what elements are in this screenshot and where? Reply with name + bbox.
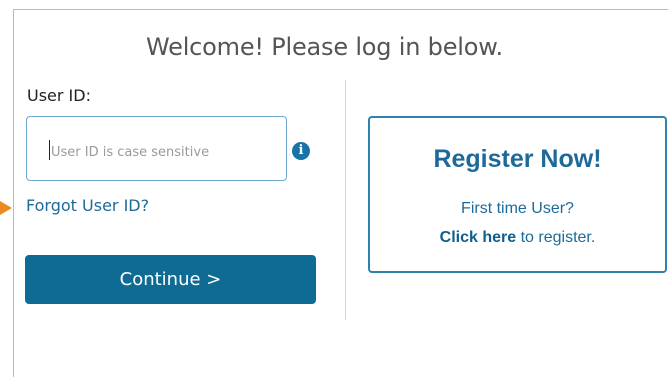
first-time-user-text: First time User? — [461, 200, 574, 217]
continue-button-label: Continue > — [119, 269, 222, 290]
pointer-arrow-icon — [0, 201, 12, 215]
user-id-placeholder: User ID is case sensitive — [51, 145, 210, 160]
info-icon[interactable]: i — [292, 142, 310, 160]
register-instruction: Click here to register. — [370, 229, 665, 247]
text-caret — [49, 140, 50, 160]
forgot-user-id-link[interactable]: Forgot User ID? — [26, 196, 149, 215]
to-register-text: to register. — [516, 229, 596, 246]
register-title: Register Now! — [433, 145, 602, 173]
user-id-label: User ID: — [27, 86, 91, 105]
vertical-divider — [345, 80, 346, 320]
click-here-link[interactable]: Click here — [440, 229, 516, 246]
register-now-box[interactable]: Register Now! First time User? Click her… — [368, 116, 667, 273]
user-id-input[interactable]: User ID is case sensitive — [26, 116, 287, 181]
page-title: Welcome! Please log in below. — [146, 33, 503, 61]
continue-button[interactable]: Continue > — [25, 255, 316, 304]
